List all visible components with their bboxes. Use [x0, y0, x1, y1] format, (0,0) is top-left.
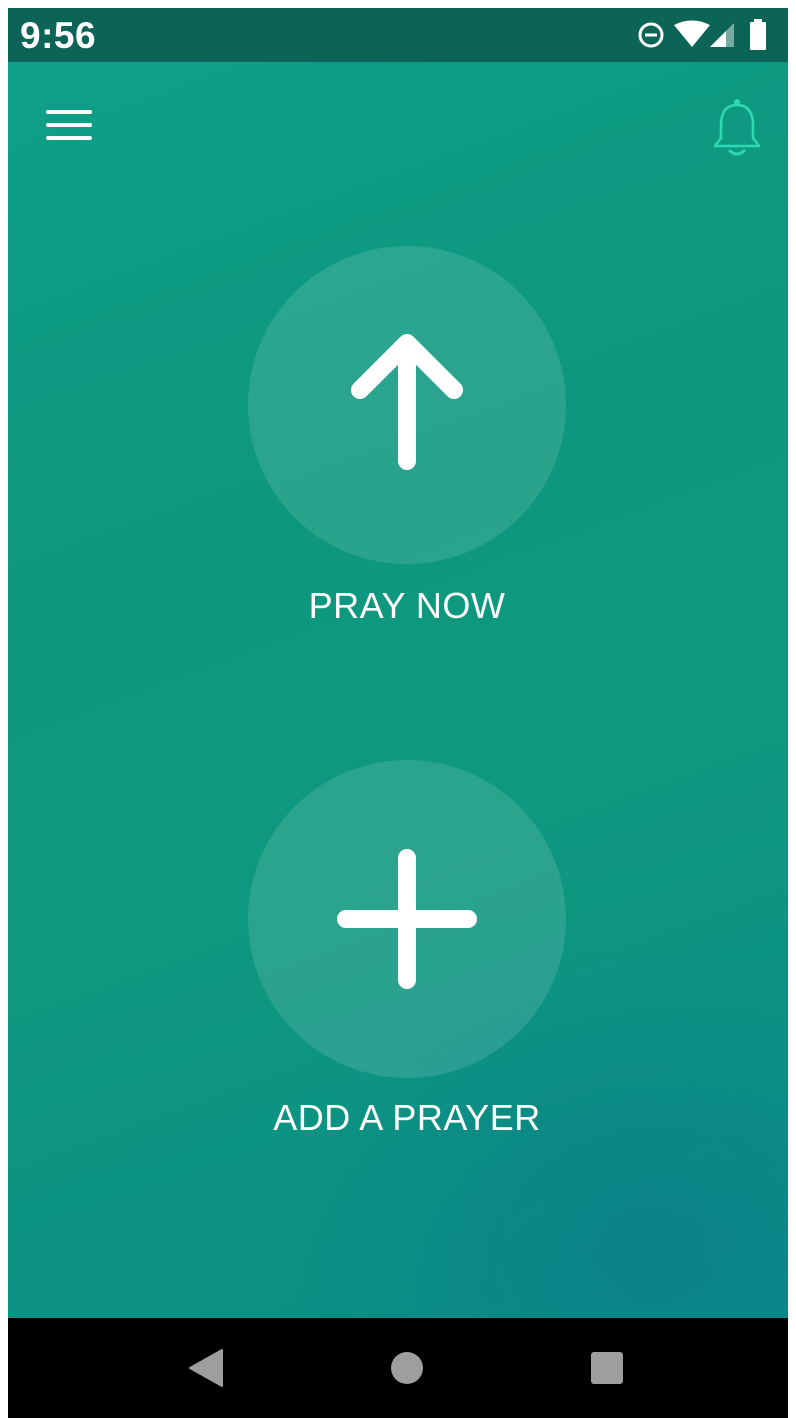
- navigation-bar: [8, 1318, 788, 1418]
- back-button[interactable]: [146, 1318, 266, 1418]
- plus-icon: [337, 849, 477, 989]
- recents-button[interactable]: [548, 1318, 668, 1418]
- arrow-up-icon: [351, 334, 463, 470]
- pray-now-label: PRAY NOW: [308, 585, 506, 626]
- wifi-icon: [674, 20, 710, 47]
- add-prayer-circle: [248, 760, 566, 1078]
- pray-now-circle: [248, 246, 566, 564]
- menu-button[interactable]: [38, 98, 102, 152]
- add-prayer-label: ADD A PRAYER: [273, 1097, 541, 1138]
- bell-icon: [713, 99, 761, 156]
- recents-icon: [591, 1352, 623, 1384]
- battery-icon: [750, 19, 766, 50]
- hamburger-menu-icon: [46, 110, 92, 140]
- back-icon: [189, 1349, 223, 1387]
- phone-screen: 9:56 PRAY NOW ADD A PRAYER: [8, 8, 788, 1418]
- home-button[interactable]: [347, 1318, 467, 1418]
- home-icon: [391, 1352, 423, 1384]
- home-screen: PRAY NOW ADD A PRAYER: [8, 62, 788, 1318]
- status-time: 9:56: [20, 15, 97, 56]
- notifications-button[interactable]: [704, 92, 772, 172]
- signal-icon: [710, 23, 734, 47]
- add-prayer-button[interactable]: ADD A PRAYER: [8, 752, 788, 1152]
- status-bar: 9:56: [8, 8, 788, 62]
- do-not-disturb-icon: [638, 22, 664, 48]
- status-icons: [618, 8, 788, 62]
- pray-now-button[interactable]: PRAY NOW: [8, 238, 788, 638]
